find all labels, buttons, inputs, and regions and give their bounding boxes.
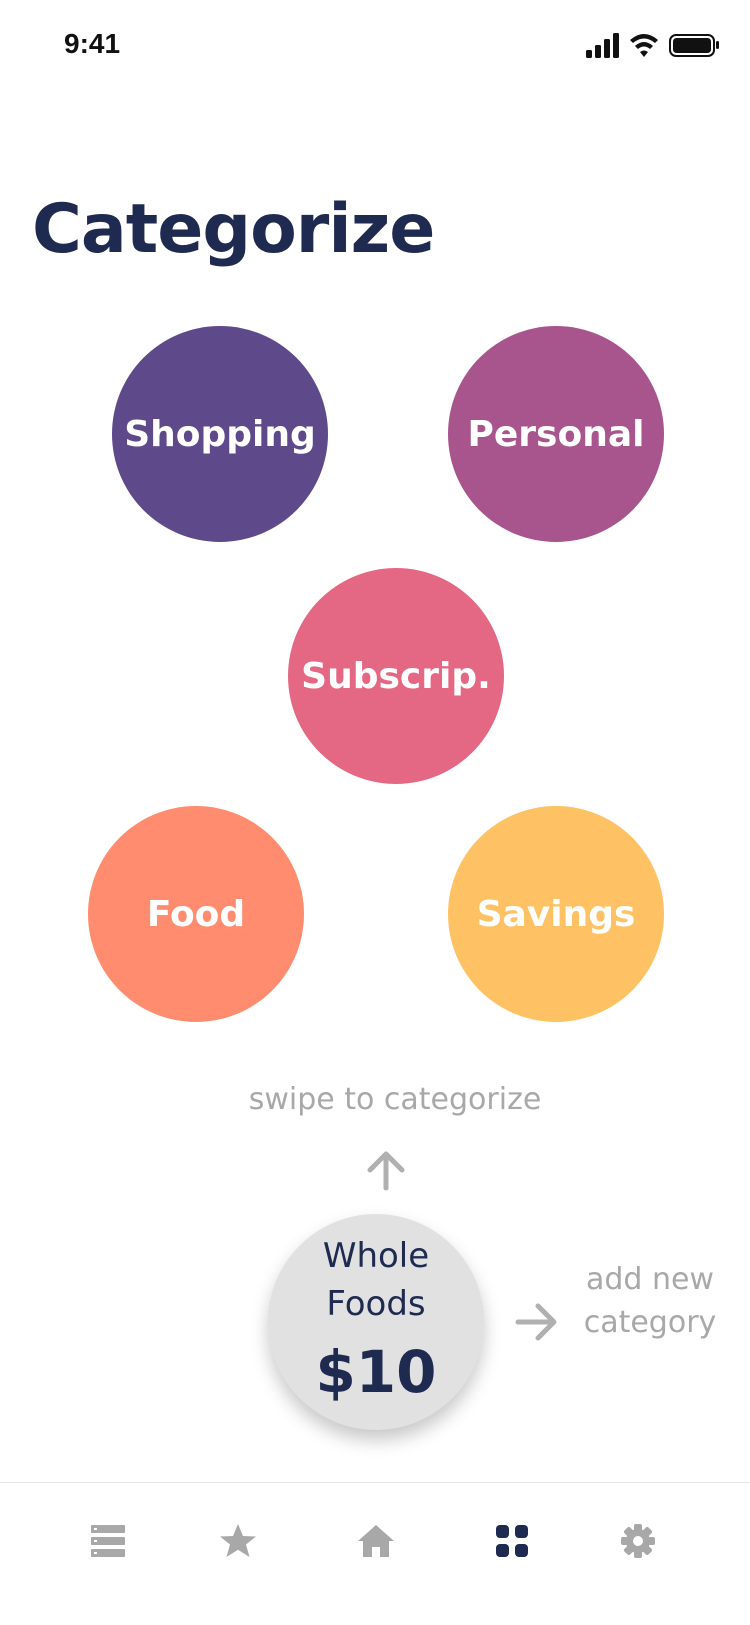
category-savings[interactable]: Savings <box>448 806 664 1022</box>
home-icon <box>358 1525 394 1557</box>
cellular-signal-icon <box>586 33 619 58</box>
status-icons <box>586 33 719 58</box>
tab-settings[interactable] <box>608 1511 668 1571</box>
category-label: Shopping <box>124 413 316 455</box>
star-icon <box>220 1524 256 1557</box>
tab-categorize[interactable] <box>482 1511 542 1571</box>
transaction-card[interactable]: Whole Foods $10 <box>268 1214 484 1430</box>
tab-home[interactable] <box>346 1511 406 1571</box>
grid-icon <box>496 1525 528 1557</box>
category-label: Personal <box>467 413 645 455</box>
battery-icon <box>669 34 719 57</box>
category-label: Food <box>146 893 246 935</box>
status-time: 9:41 <box>64 28 121 59</box>
category-label: Savings <box>476 893 636 935</box>
add-new-category[interactable]: add new category <box>580 1258 720 1344</box>
tab-favorites[interactable] <box>208 1511 268 1571</box>
transaction-amount: $10 <box>315 1338 437 1406</box>
wifi-icon <box>630 34 658 57</box>
tab-list[interactable] <box>78 1511 138 1571</box>
arrow-up-icon <box>367 1151 405 1191</box>
category-subscriptions[interactable]: Subscrip. <box>288 568 504 784</box>
transaction-merchant: Whole Foods <box>322 1236 430 1324</box>
list-icon <box>91 1525 125 1557</box>
swipe-hint: swipe to categorize <box>248 1082 542 1117</box>
gear-icon <box>621 1524 655 1558</box>
tab-bar <box>0 1482 750 1625</box>
category-personal[interactable]: Personal <box>448 326 664 542</box>
page-title: Categorize <box>32 190 435 269</box>
category-label: Subscrip. <box>301 655 491 697</box>
arrow-right-icon <box>515 1303 557 1341</box>
category-food[interactable]: Food <box>88 806 304 1022</box>
category-shopping[interactable]: Shopping <box>112 326 328 542</box>
